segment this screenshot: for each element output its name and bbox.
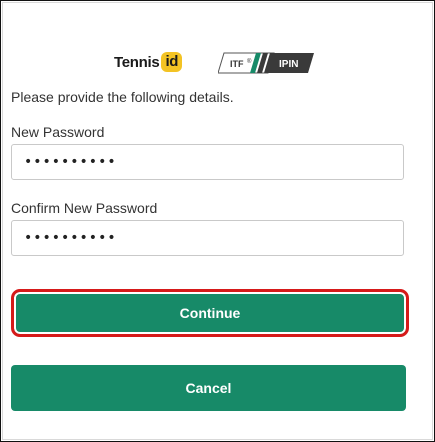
cancel-button[interactable]: Cancel [11, 365, 406, 411]
itf-text: ITF [230, 59, 244, 69]
new-password-field[interactable]: •••••••••• [11, 144, 404, 180]
new-password-label: New Password [11, 124, 105, 140]
tennis-id-badge: id [161, 52, 183, 72]
ipin-text: IPIN [279, 59, 298, 70]
confirm-password-label: Confirm New Password [11, 200, 158, 216]
intro-text: Please provide the following details. [11, 89, 234, 105]
tennis-logo-text: Tennis [114, 53, 160, 71]
tennis-id-logo: Tennis id [114, 51, 183, 73]
confirm-password-field[interactable]: •••••••••• [11, 220, 404, 256]
logo-bar: Tennis id ITF ® IPIN [0, 50, 435, 76]
svg-text:®: ® [247, 58, 252, 65]
continue-button[interactable]: Continue [11, 289, 409, 337]
itf-ipin-logo: ITF ® IPIN [218, 52, 314, 74]
